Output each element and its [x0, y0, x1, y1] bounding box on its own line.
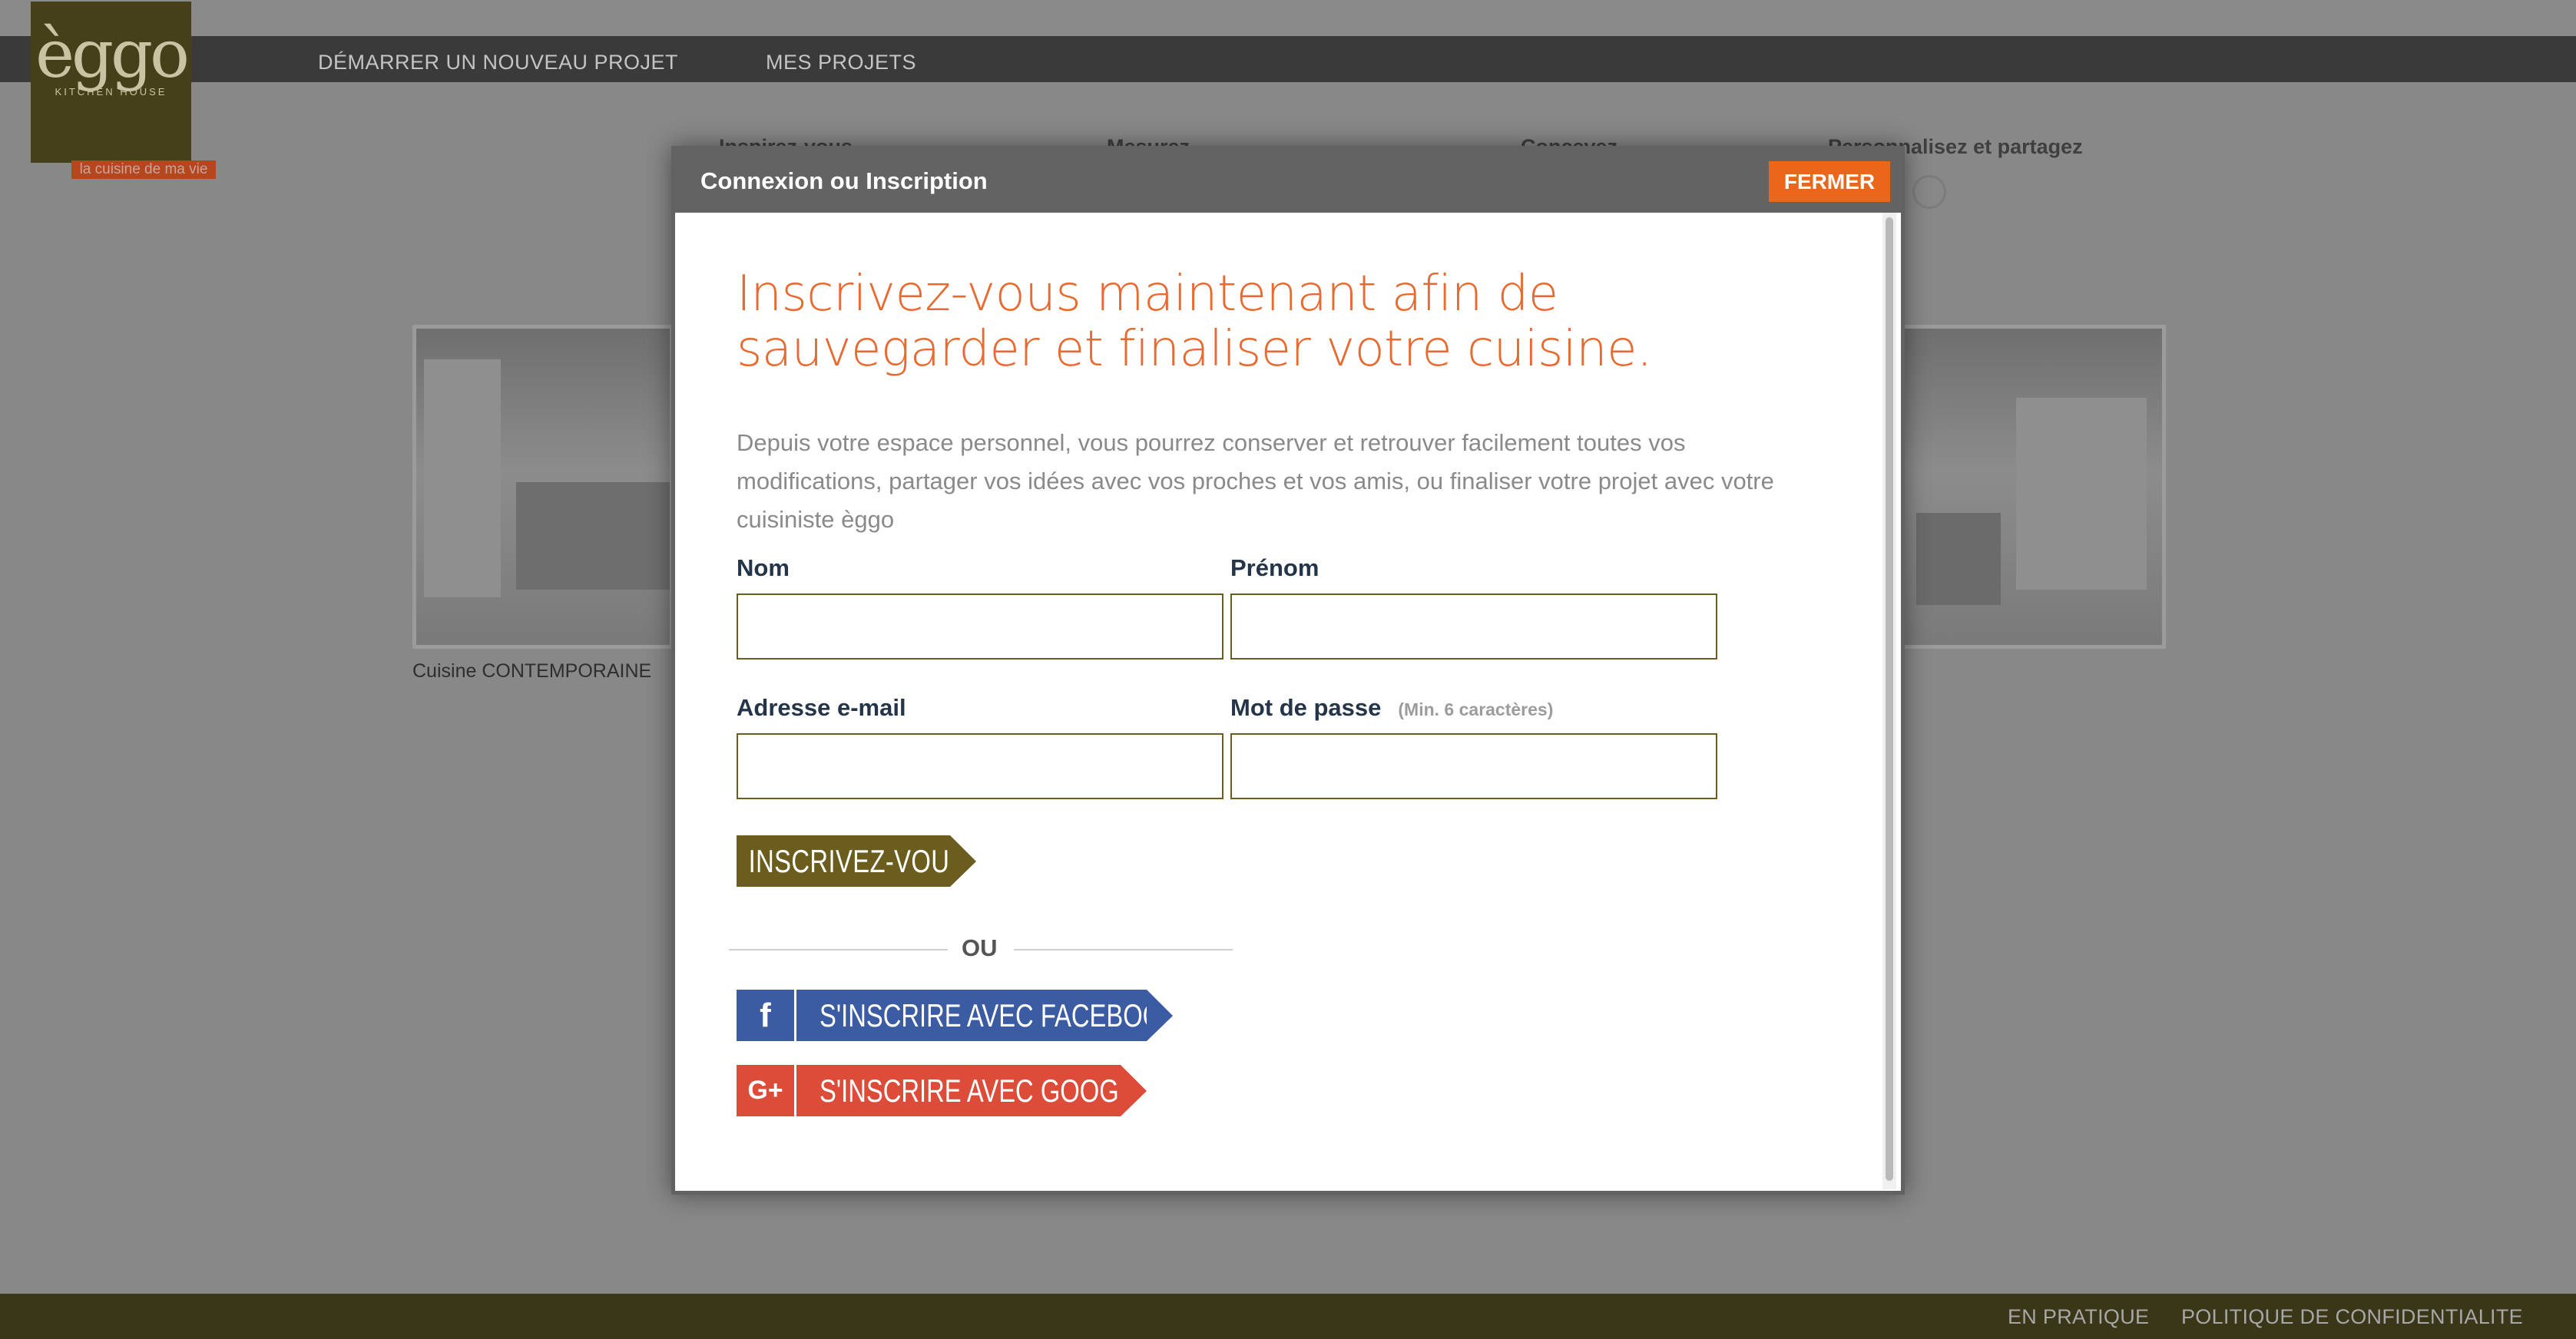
scrollbar-thumb[interactable] — [1886, 217, 1893, 1181]
facebook-signup-button[interactable]: f S'INSCRIRE AVEC FACEBOOK — [737, 990, 1179, 1041]
footer-link-practical[interactable]: EN PRATIQUE — [2008, 1305, 2149, 1329]
prenom-label: Prénom — [1230, 554, 1319, 581]
facebook-button-label: S'INSCRIRE AVEC FACEBOOK — [819, 997, 1180, 1033]
divider-right — [1014, 949, 1233, 951]
close-button[interactable]: FERMER — [1769, 161, 1890, 202]
modal-title: Connexion ou Inscription — [700, 167, 988, 194]
divider-left — [729, 949, 948, 951]
google-arrow-tip — [1121, 1065, 1147, 1116]
nom-label: Nom — [737, 554, 790, 581]
thumbnail-caption: Cuisine CONTEMPORAINE — [412, 660, 652, 682]
signup-headline: Inscrivez-vous maintenant afin de sauveg… — [737, 266, 1652, 378]
submit-button-label: INSCRIVEZ-VOUS — [748, 843, 967, 879]
step-indicator-circle — [1912, 175, 1946, 209]
signup-submit-button[interactable]: INSCRIVEZ-VOUS — [737, 835, 976, 887]
kitchen-thumbnail-right[interactable] — [1897, 325, 2166, 649]
logo-tagline: la cuisine de ma vie — [71, 160, 216, 179]
password-label: Mot de passe — [1230, 694, 1382, 721]
password-hint: (Min. 6 caractères) — [1398, 699, 1554, 719]
password-label-group: Mot de passe (Min. 6 caractères) — [1230, 694, 1553, 722]
email-input[interactable] — [737, 733, 1223, 799]
signup-description: Depuis votre espace personnel, vous pour… — [737, 429, 1774, 533]
submit-arrow-tip — [950, 835, 976, 887]
modal-header: Connexion ou Inscription FERMER — [675, 150, 1901, 213]
google-signup-button[interactable]: G+ S'INSCRIRE AVEC GOOGLE — [737, 1065, 1150, 1116]
modal-scrollbar[interactable] — [1882, 213, 1896, 1189]
facebook-arrow-tip — [1147, 990, 1173, 1041]
nom-input[interactable] — [737, 593, 1223, 660]
top-strip — [0, 0, 2576, 36]
nav-my-projects[interactable]: MES PROJETS — [766, 51, 916, 74]
google-button-label: S'INSCRIRE AVEC GOOGLE — [819, 1073, 1150, 1109]
prenom-input[interactable] — [1230, 593, 1717, 660]
password-input[interactable] — [1230, 733, 1717, 799]
kitchen-thumbnail-left[interactable] — [412, 325, 674, 649]
brand-logo[interactable]: èggo KITCHEN HOUSE — [31, 2, 191, 163]
email-label: Adresse e-mail — [737, 694, 906, 721]
footer-link-privacy[interactable]: POLITIQUE DE CONFIDENTIALITE — [2181, 1305, 2523, 1329]
google-plus-icon: G+ — [737, 1065, 794, 1116]
or-separator: OU — [962, 934, 998, 961]
signup-modal: Connexion ou Inscription FERMER Inscrive… — [671, 146, 1905, 1195]
nav-new-project[interactable]: DÉMARRER UN NOUVEAU PROJET — [318, 51, 678, 74]
facebook-icon: f — [737, 990, 794, 1041]
logo-wordmark: èggo — [35, 16, 190, 93]
